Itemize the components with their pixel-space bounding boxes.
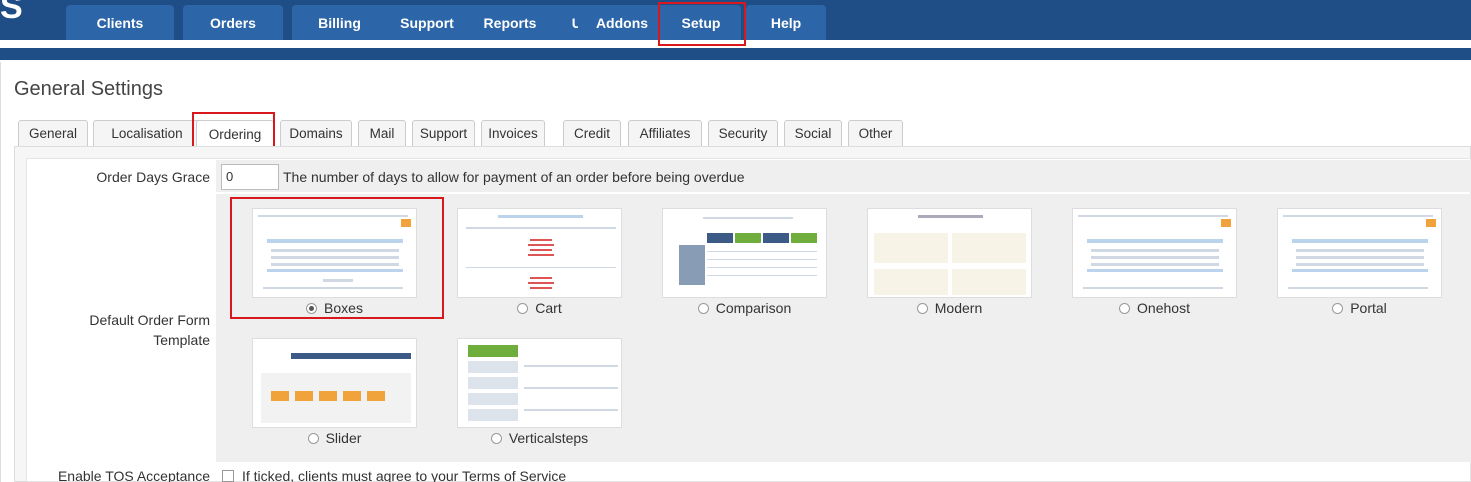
order-days-grace-description: The number of days to allow for payment … [283,169,745,185]
template-portal-preview [1277,208,1442,298]
template-slider[interactable]: Slider [252,338,417,446]
nav-tab-addons[interactable]: Addons [578,5,666,40]
boxes-highlight-box [230,197,444,319]
template-onehost-radio[interactable] [1119,302,1131,314]
template-modern[interactable]: Modern [867,208,1032,316]
template-verticalsteps[interactable]: Verticalsteps [457,338,622,446]
tab-localisation[interactable]: Localisation [93,120,201,146]
tab-affiliates[interactable]: Affiliates [628,120,702,146]
tab-invoices[interactable]: Invoices [481,120,545,146]
template-verticalsteps-preview [457,338,622,428]
page-title: General Settings [14,78,163,100]
tab-security[interactable]: Security [708,120,778,146]
tab-support[interactable]: Support [412,120,475,146]
logo: S [0,0,23,26]
template-modern-label: Modern [934,300,983,316]
template-slider-radio[interactable] [307,432,319,444]
template-comparison[interactable]: Comparison [662,208,827,316]
tab-credit[interactable]: Credit [563,120,621,146]
template-cart[interactable]: Cart [457,208,622,316]
template-portal[interactable]: Portal [1277,208,1442,316]
template-slider-preview [252,338,417,428]
tab-other[interactable]: Other [848,120,903,146]
template-comparison-radio[interactable] [697,302,709,314]
template-cart-preview [457,208,622,298]
template-verticalsteps-radio[interactable] [490,432,502,444]
template-verticalsteps-label: Verticalsteps [508,430,589,446]
nav-tab-orders[interactable]: Orders [183,5,283,40]
template-onehost-label: Onehost [1137,300,1190,316]
tos-label: Enable TOS Acceptance [57,468,210,482]
nav-tab-billing[interactable]: Billing [292,5,387,40]
template-slider-label: Slider [325,430,362,446]
template-portal-label: Portal [1350,300,1387,316]
template-comparison-preview [662,208,827,298]
template-portal-radio[interactable] [1332,302,1344,314]
nav-tab-reports[interactable]: Reports [462,5,558,40]
setup-highlight-box [658,2,746,46]
order-form-template-label: Default Order Form Template [30,310,210,350]
template-cart-radio[interactable] [517,302,529,314]
order-days-grace-input[interactable]: 0 [221,164,279,190]
template-onehost[interactable]: Onehost [1072,208,1237,316]
template-cart-label: Cart [535,300,562,316]
template-comparison-label: Comparison [715,300,792,316]
tab-mail[interactable]: Mail [358,120,406,146]
tab-general[interactable]: General [18,120,88,146]
order-form-template-label-line2: Template [153,332,210,348]
tab-domains[interactable]: Domains [280,120,352,146]
order-form-template-label-line1: Default Order Form [89,312,210,328]
tos-description: If ticked, clients must agree to your Te… [242,468,567,482]
template-onehost-preview [1072,208,1237,298]
order-days-grace-label: Order Days Grace [96,169,210,185]
tos-checkbox[interactable] [222,470,234,482]
template-modern-radio[interactable] [916,302,928,314]
nav-band-lower [0,48,1471,60]
tab-social[interactable]: Social [784,120,842,146]
top-navigation: S Clients Orders Billing Support Reports… [0,0,1471,60]
nav-tab-help[interactable]: Help [746,5,826,40]
nav-tab-clients[interactable]: Clients [66,5,174,40]
template-modern-preview [867,208,1032,298]
